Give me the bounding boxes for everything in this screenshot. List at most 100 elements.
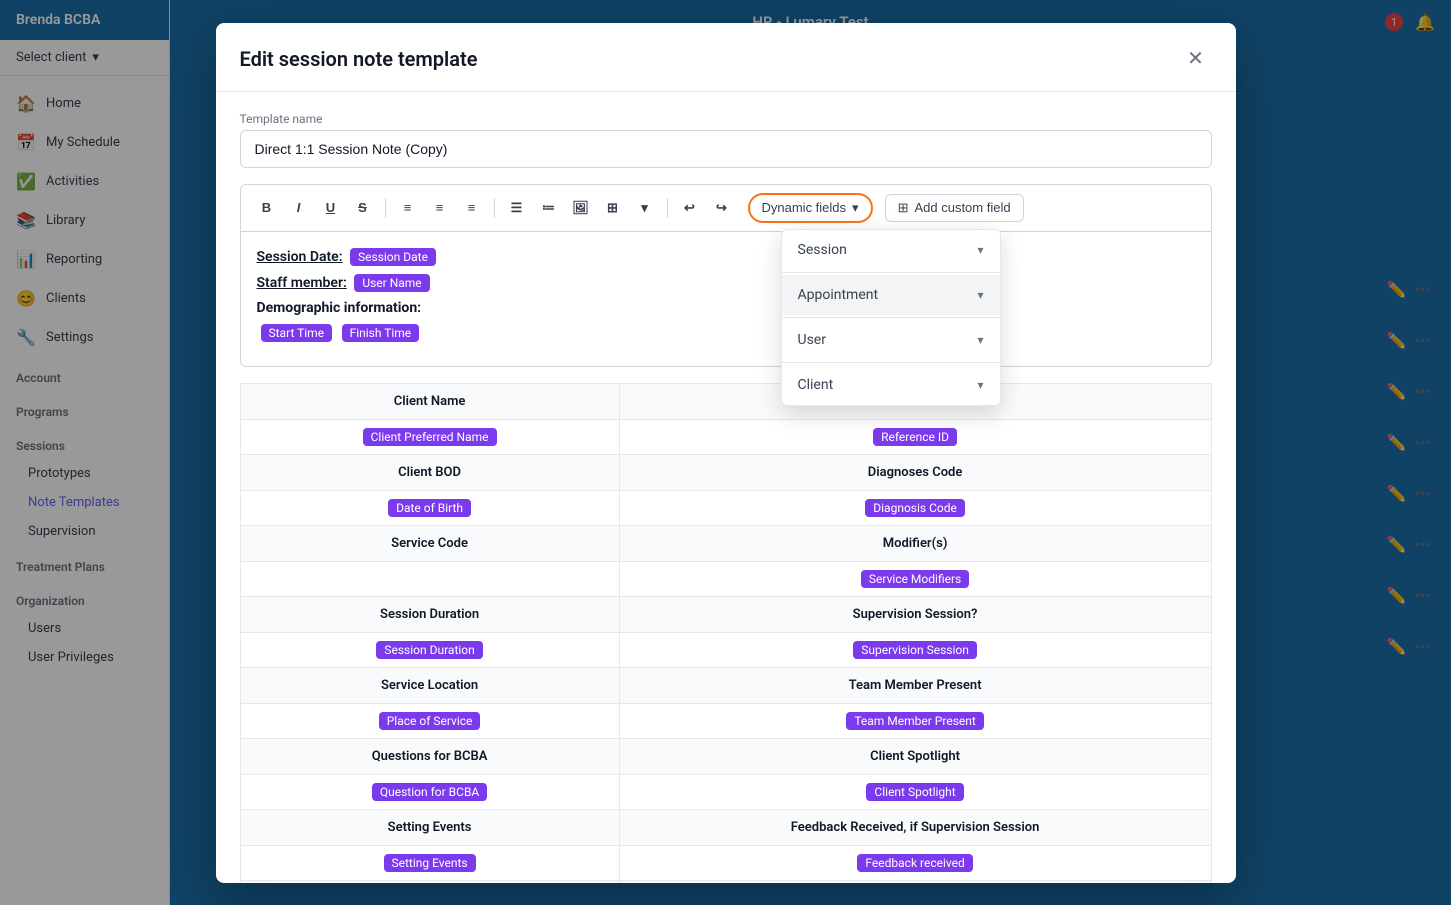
editor-toolbar: B I U S ≡ ≡ ≡ ☰ ≔ 🖼 ⊞ ▾ ↩ ↪ Dynamic fiel… (240, 184, 1212, 232)
add-custom-field-button[interactable]: ⊞ Add custom field (885, 194, 1024, 222)
col1-header: Setting Events (240, 809, 619, 845)
strikethrough-button[interactable]: S (349, 194, 377, 222)
table-cell: Setting Events (240, 845, 619, 880)
feedback-received-chip: Feedback received (857, 854, 972, 872)
separator-3 (667, 198, 668, 218)
table-cell: Reference ID (619, 419, 1211, 454)
session-duration-chip: Session Duration (376, 641, 482, 659)
dropdown-separator (782, 272, 1000, 273)
image-button[interactable]: 🖼 (567, 194, 595, 222)
col1-header: Communication in Assent (240, 880, 619, 883)
dropdown-item-client[interactable]: Client ▾ (782, 365, 1000, 405)
col2-header: Communication in Dissent (619, 880, 1211, 883)
chevron-right-icon: ▾ (977, 288, 983, 302)
table-row: Communication in Assent Communication in… (240, 880, 1211, 883)
col1-header: Questions for BCBA (240, 738, 619, 774)
align-center-button[interactable]: ≡ (426, 194, 454, 222)
table-row: Questions for BCBA Client Spotlight (240, 738, 1211, 774)
col2-header: Diagnoses Code (619, 454, 1211, 490)
table-button[interactable]: ⊞ (599, 194, 627, 222)
col2-header: Supervision Session? (619, 596, 1211, 632)
chevron-right-icon: ▾ (977, 378, 983, 392)
dropdown-item-user[interactable]: User ▾ (782, 320, 1000, 360)
bullet-list-button[interactable]: ☰ (503, 194, 531, 222)
demographic-line: Demographic information: (257, 300, 1195, 316)
align-left-button[interactable]: ≡ (394, 194, 422, 222)
separator (385, 198, 386, 218)
table-row: Question for BCBA Client Spotlight (240, 774, 1211, 809)
col1-header: Service Code (240, 525, 619, 561)
table-cell: Question for BCBA (240, 774, 619, 809)
table-cell: Supervision Session (619, 632, 1211, 667)
align-right-button[interactable]: ≡ (458, 194, 486, 222)
table-cell: Place of Service (240, 703, 619, 738)
modal-header: Edit session note template ✕ (216, 23, 1236, 92)
modal-body: Template name B I U S ≡ ≡ ≡ ☰ ≔ 🖼 ⊞ ▾ ↩ … (216, 92, 1236, 883)
col2-header: Modifier(s) (619, 525, 1211, 561)
demographic-label: Demographic information: (257, 300, 422, 316)
table-cell (240, 561, 619, 596)
table-row: Session Duration Supervision Session? (240, 596, 1211, 632)
col2-header: Team Member Present (619, 667, 1211, 703)
chevron-right-icon: ▾ (977, 333, 983, 347)
dropdown-item-label: Client (798, 377, 834, 393)
numbered-list-button[interactable]: ≔ (535, 194, 563, 222)
table-row: Client Preferred Name Reference ID (240, 419, 1211, 454)
table-row: Session Duration Supervision Session (240, 632, 1211, 667)
staff-member-label: Staff member: (257, 275, 347, 291)
table-row: Place of Service Team Member Present (240, 703, 1211, 738)
service-modifiers-chip: Service Modifiers (861, 570, 969, 588)
start-time-chip: Start Time (261, 324, 333, 342)
reference-id-chip: Reference ID (873, 428, 957, 446)
client-spotlight-chip: Client Spotlight (866, 783, 963, 801)
table-cell: Feedback received (619, 845, 1211, 880)
dynamic-fields-label: Dynamic fields (762, 200, 847, 215)
chevron-down-icon: ▾ (852, 200, 859, 216)
data-table: Client Name Medical Record Number Client… (240, 383, 1212, 883)
place-of-service-chip: Place of Service (379, 712, 481, 730)
undo-button[interactable]: ↩ (676, 194, 704, 222)
table-row: Client BOD Diagnoses Code (240, 454, 1211, 490)
time-chips-line: Start Time Finish Time (257, 324, 1195, 342)
dynamic-fields-button[interactable]: Dynamic fields ▾ (748, 193, 873, 223)
table-cell: Diagnosis Code (619, 490, 1211, 525)
editor-content[interactable]: Session Date: Session Date Staff member:… (240, 232, 1212, 367)
user-name-chip: User Name (354, 274, 429, 292)
dynamic-fields-dropdown: Session ▾ Appointment ▾ User ▾ Client ▾ (781, 229, 1001, 406)
italic-button[interactable]: I (285, 194, 313, 222)
redo-button[interactable]: ↪ (708, 194, 736, 222)
diagnosis-code-chip: Diagnosis Code (865, 499, 965, 517)
dropdown-separator-2 (782, 317, 1000, 318)
client-preferred-name-chip: Client Preferred Name (363, 428, 497, 446)
dropdown-item-label: User (798, 332, 826, 348)
session-date-label: Session Date: (257, 249, 343, 265)
col1-header: Client BOD (240, 454, 619, 490)
separator-2 (494, 198, 495, 218)
edit-template-modal: Edit session note template ✕ Template na… (216, 23, 1236, 883)
dropdown-item-session[interactable]: Session ▾ (782, 230, 1000, 270)
question-for-bcba-chip: Question for BCBA (372, 783, 487, 801)
template-name-label: Template name (240, 112, 1212, 126)
table-dropdown-button[interactable]: ▾ (631, 194, 659, 222)
date-of-birth-chip: Date of Birth (388, 499, 471, 517)
table-row: Service Location Team Member Present (240, 667, 1211, 703)
close-button[interactable]: ✕ (1180, 43, 1212, 75)
template-name-input[interactable] (240, 130, 1212, 168)
table-cell: Session Duration (240, 632, 619, 667)
table-cell: Client Preferred Name (240, 419, 619, 454)
underline-button[interactable]: U (317, 194, 345, 222)
team-member-present-chip: Team Member Present (846, 712, 983, 730)
table-row: Setting Events Feedback received (240, 845, 1211, 880)
col2-header: Feedback Received, if Supervision Sessio… (619, 809, 1211, 845)
table-header-row: Client Name Medical Record Number (240, 383, 1211, 419)
chevron-right-icon: ▾ (977, 243, 983, 257)
col1-header: Service Location (240, 667, 619, 703)
table-cell: Team Member Present (619, 703, 1211, 738)
session-date-chip: Session Date (350, 248, 436, 266)
col1-header: Session Duration (240, 596, 619, 632)
bold-button[interactable]: B (253, 194, 281, 222)
plus-icon: ⊞ (898, 200, 909, 216)
finish-time-chip: Finish Time (342, 324, 420, 342)
dropdown-item-appointment[interactable]: Appointment ▾ (782, 275, 1000, 315)
col2-header: Client Spotlight (619, 738, 1211, 774)
